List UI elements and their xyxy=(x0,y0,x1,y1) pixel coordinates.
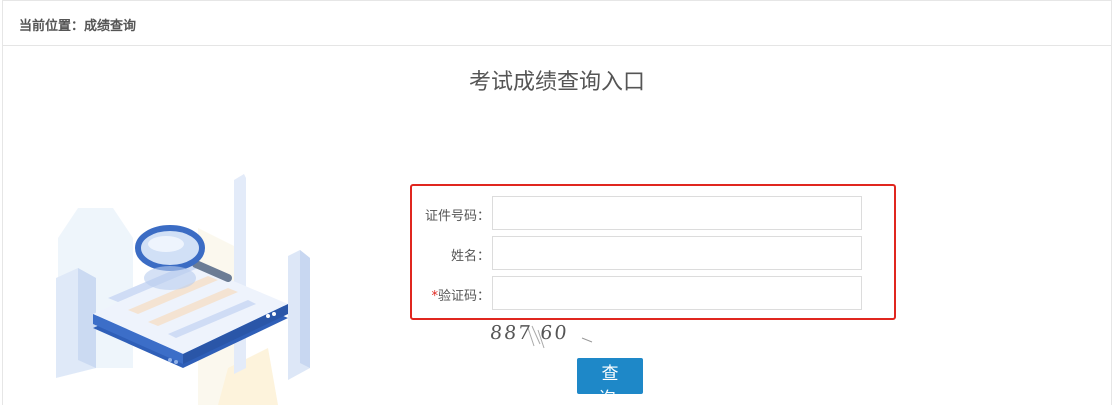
captcha-input[interactable] xyxy=(492,276,862,310)
name-row: 姓名： xyxy=(412,236,894,272)
id-number-label-text: 证件号码： xyxy=(424,209,490,224)
captcha-row: *验证码： xyxy=(412,276,894,312)
id-number-row: 证件号码： xyxy=(412,196,894,232)
query-form: 证件号码： 姓名： *验证码： xyxy=(410,184,896,320)
query-button[interactable]: 查 询 xyxy=(577,358,643,409)
captcha-label-text: 验证码： xyxy=(437,289,490,304)
id-number-input[interactable] xyxy=(492,196,862,230)
name-input[interactable] xyxy=(492,236,862,270)
breadcrumb-bar: 当前位置：成绩查询 xyxy=(3,1,1111,46)
id-number-label: 证件号码： xyxy=(412,205,490,224)
page-title: 考试成绩查询入口 xyxy=(468,70,645,95)
name-label-text: 姓名： xyxy=(450,249,490,264)
captcha-image[interactable]: 887 60 xyxy=(488,320,598,350)
name-label: 姓名： xyxy=(412,245,490,264)
captcha-text: 887 60 xyxy=(488,322,570,344)
magnifier-illustration xyxy=(56,174,310,405)
breadcrumb: 当前位置：成绩查询 xyxy=(19,19,137,34)
captcha-label: *验证码： xyxy=(412,285,490,304)
